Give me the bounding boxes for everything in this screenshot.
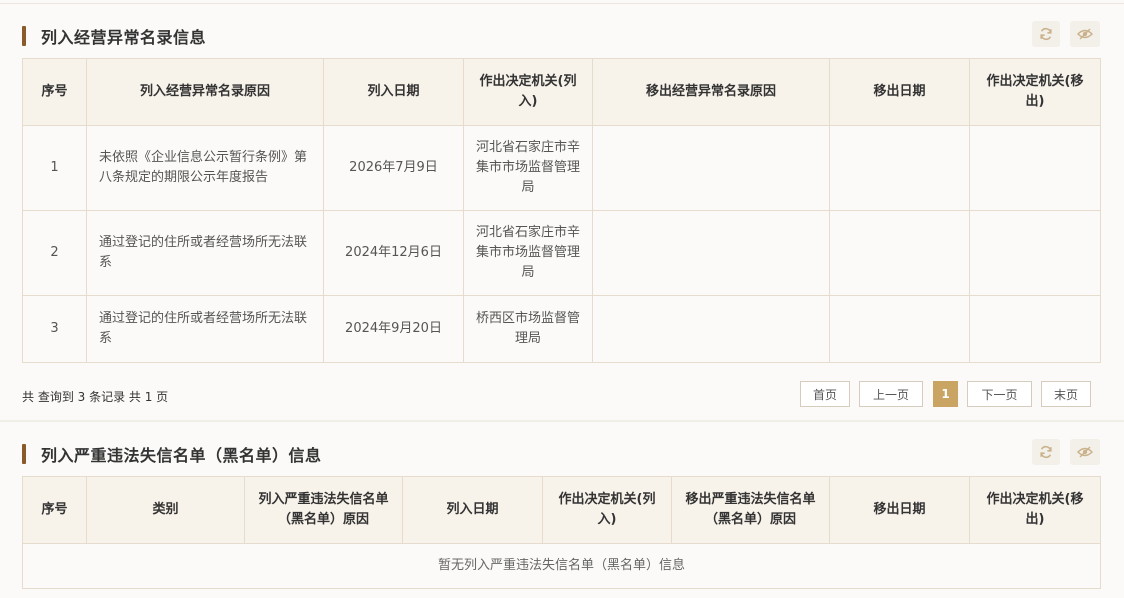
eye-hide-icon: [1077, 446, 1093, 458]
abnormal-section-header: 列入经营异常名录信息: [22, 21, 1100, 51]
row-remove-authority: [969, 125, 1101, 211]
table-row: 3 通过登记的住所或者经营场所无法联系 2024年9月20日 桥西区市场监督管理…: [22, 295, 1101, 363]
row-number: 3: [22, 295, 87, 363]
eye-hide-icon: [1077, 28, 1093, 40]
col-header: 移出日期: [829, 58, 970, 126]
pager-next-button[interactable]: 下一页: [967, 381, 1032, 407]
refresh-icon: [1040, 445, 1052, 459]
row-authority: 河北省石家庄市辛集市市场监督管理局: [463, 125, 593, 211]
section-title: 列入严重违法失信名单（黑名单）信息: [41, 446, 322, 465]
pager-last-button[interactable]: 末页: [1041, 381, 1091, 407]
col-header: 移出日期: [829, 476, 970, 544]
row-reason: 通过登记的住所或者经营场所无法联系: [86, 295, 324, 363]
row-number: 2: [22, 210, 87, 296]
table-row: 1 未依照《企业信息公示暂行条例》第八条规定的期限公示年度报告 2026年7月9…: [22, 125, 1101, 211]
row-authority: 桥西区市场监督管理局: [463, 295, 593, 363]
row-remove-date: [829, 125, 970, 211]
row-reason: 未依照《企业信息公示暂行条例》第八条规定的期限公示年度报告: [86, 125, 324, 211]
row-remove-reason: [592, 125, 830, 211]
pager-current-page[interactable]: 1: [933, 381, 958, 407]
col-header: 作出决定机关(移出): [969, 58, 1101, 126]
row-remove-authority: [969, 295, 1101, 363]
table-header-row: 序号 类别 列入严重违法失信名单（黑名单）原因 列入日期 作出决定机关(列入) …: [22, 476, 1101, 544]
col-header: 列入经营异常名录原因: [86, 58, 324, 126]
records-summary: 共 查询到 3 条记录 共 1 页: [22, 390, 169, 404]
blacklist-section: 列入严重违法失信名单（黑名单）信息 序号 类别 列入严重违法失信名单（黑名单）原…: [0, 422, 1124, 598]
table-row: 2 通过登记的住所或者经营场所无法联系 2024年12月6日 河北省石家庄市辛集…: [22, 210, 1101, 296]
row-remove-reason: [592, 210, 830, 296]
row-remove-date: [829, 295, 970, 363]
col-header: 作出决定机关(列入): [463, 58, 593, 126]
refresh-icon: [1040, 27, 1052, 41]
col-header: 作出决定机关(移出): [969, 476, 1101, 544]
row-remove-authority: [969, 210, 1101, 296]
section-title: 列入经营异常名录信息: [41, 28, 207, 47]
row-remove-date: [829, 210, 970, 296]
col-header: 类别: [86, 476, 245, 544]
row-reason: 通过登记的住所或者经营场所无法联系: [86, 210, 324, 296]
col-header: 列入日期: [323, 58, 464, 126]
col-header: 移出经营异常名录原因: [592, 58, 830, 126]
row-date: 2024年9月20日: [323, 295, 464, 363]
hide-button[interactable]: [1070, 439, 1100, 465]
col-header: 作出决定机关(列入): [542, 476, 672, 544]
empty-message: 暂无列入严重违法失信名单（黑名单）信息: [22, 543, 1101, 589]
row-authority: 河北省石家庄市辛集市市场监督管理局: [463, 210, 593, 296]
hide-button[interactable]: [1070, 21, 1100, 47]
abnormal-table: 序号 列入经营异常名录原因 列入日期 作出决定机关(列入) 移出经营异常名录原因…: [22, 58, 1101, 363]
abnormal-section: 列入经营异常名录信息 序号 列入经营异常名录原因 列入日期 作出决定机关(列入)…: [0, 4, 1124, 420]
page: 列入经营异常名录信息 序号 列入经营异常名录原因 列入日期 作出决定机关(列入)…: [0, 0, 1124, 598]
col-header: 列入严重违法失信名单（黑名单）原因: [244, 476, 403, 544]
table-header-row: 序号 列入经营异常名录原因 列入日期 作出决定机关(列入) 移出经营异常名录原因…: [22, 58, 1101, 126]
section-accent-bar: [22, 444, 26, 464]
blacklist-section-header: 列入严重违法失信名单（黑名单）信息: [22, 439, 1100, 469]
row-date: 2026年7月9日: [323, 125, 464, 211]
col-header: 序号: [22, 476, 87, 544]
section-accent-bar: [22, 26, 26, 46]
blacklist-table: 序号 类别 列入严重违法失信名单（黑名单）原因 列入日期 作出决定机关(列入) …: [22, 476, 1101, 589]
col-header: 列入日期: [402, 476, 543, 544]
refresh-button[interactable]: [1032, 21, 1060, 47]
col-header: 序号: [22, 58, 87, 126]
refresh-button[interactable]: [1032, 439, 1060, 465]
pager-first-button[interactable]: 首页: [800, 381, 850, 407]
row-date: 2024年12月6日: [323, 210, 464, 296]
col-header: 移出严重违法失信名单（黑名单）原因: [671, 476, 830, 544]
table-row: 暂无列入严重违法失信名单（黑名单）信息: [22, 543, 1101, 589]
row-number: 1: [22, 125, 87, 211]
row-remove-reason: [592, 295, 830, 363]
pager-prev-button[interactable]: 上一页: [859, 381, 923, 407]
